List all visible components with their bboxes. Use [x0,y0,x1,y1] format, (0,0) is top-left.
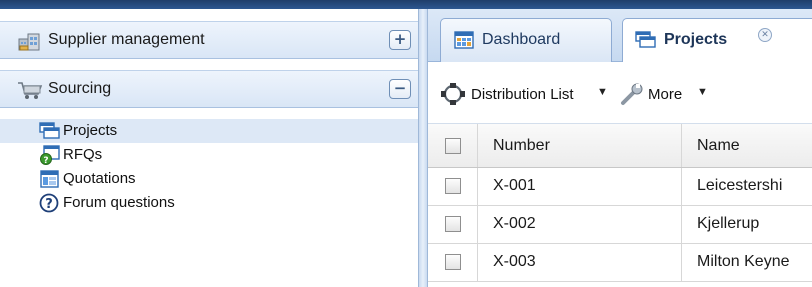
dashboard-icon [453,30,475,50]
row-select-cell [428,244,478,281]
more-button[interactable]: More ▼ [620,82,730,106]
distribution-icon [440,82,466,106]
sidebar-item-quotations[interactable]: Quotations [0,167,418,191]
svg-text:?: ? [45,197,53,212]
distribution-list-button[interactable]: Distribution List ▼ [440,82,610,106]
row-select-cell [428,206,478,243]
tab-projects[interactable]: Projects ✕ [622,18,812,63]
column-header-label: Name [697,137,740,154]
chevron-down-icon: ▼ [597,86,608,98]
table-row[interactable]: X-001 Leicestershi [428,168,812,206]
sidebar-item-label: Quotations [63,170,136,187]
app-header-bar [0,0,812,9]
name-cell: Leicestershi [682,168,812,205]
grid-toolbar: Distribution List ▼ More ▼ [428,62,812,124]
number-cell: X-002 [478,206,682,243]
row-checkbox[interactable] [445,216,461,232]
tab-dashboard[interactable]: Dashboard [440,18,612,62]
name-value: Kjellerup [697,215,760,232]
number-value: X-003 [493,253,536,270]
column-header-name[interactable]: Name [682,124,812,167]
number-value: X-002 [493,215,536,232]
table-row[interactable]: X-003 Milton Keyne [428,244,812,282]
number-cell: X-003 [478,244,682,281]
select-all-cell [428,124,478,167]
building-icon [17,31,43,51]
sidebar-item-label: RFQs [63,146,103,163]
quotations-icon [39,169,61,189]
sidebar-item-forum-questions[interactable]: ? Forum questions [0,191,418,215]
chevron-down-icon: ▼ [697,86,708,98]
sidebar-item-label: Projects [63,122,118,139]
row-checkbox[interactable] [445,178,461,194]
name-value: Leicestershi [697,177,783,194]
section-label: Sourcing [48,80,112,97]
row-select-cell [428,168,478,205]
name-cell: Milton Keyne [682,244,812,281]
section-label: Supplier management [48,31,205,48]
number-value: X-001 [493,177,536,194]
main-panel: Dashboard Projects ✕ Distribution List ▼… [428,9,812,287]
section-sourcing[interactable]: Sourcing − [0,70,418,108]
column-header-label: Number [493,137,550,154]
select-all-checkbox[interactable] [445,138,461,154]
navigation-sidebar: Supplier management + Sourcing − Project… [0,9,418,287]
wrench-icon [620,82,646,106]
section-supplier-management[interactable]: Supplier management + [0,21,418,59]
collapse-button[interactable]: − [389,79,411,99]
tab-strip: Dashboard Projects ✕ [428,9,812,63]
tab-label: Dashboard [482,31,561,48]
name-value: Milton Keyne [697,253,790,270]
tab-label: Projects [664,31,728,48]
projects-grid: Number Name X-001 Leicestershi X-002 Kje… [428,124,812,287]
svg-text:?: ? [43,156,48,165]
question-icon: ? [39,193,61,213]
expand-button[interactable]: + [389,30,411,50]
rfq-icon: ? [39,145,61,166]
grid-header-row: Number Name [428,124,812,168]
sidebar-item-label: Forum questions [63,194,175,211]
close-icon[interactable]: ✕ [758,28,772,42]
table-row[interactable]: X-002 Kjellerup [428,206,812,244]
projects-icon [635,30,657,50]
name-cell: Kjellerup [682,206,812,243]
sidebar-item-rfqs[interactable]: ? RFQs [0,143,418,167]
distribution-list-label: Distribution List [471,86,574,103]
more-label: More [648,86,683,103]
projects-icon [39,121,61,141]
panel-splitter[interactable] [418,9,428,287]
cart-icon [17,80,43,100]
row-checkbox[interactable] [445,254,461,270]
sidebar-item-projects[interactable]: Projects [0,119,418,143]
column-header-number[interactable]: Number [478,124,682,167]
number-cell: X-001 [478,168,682,205]
